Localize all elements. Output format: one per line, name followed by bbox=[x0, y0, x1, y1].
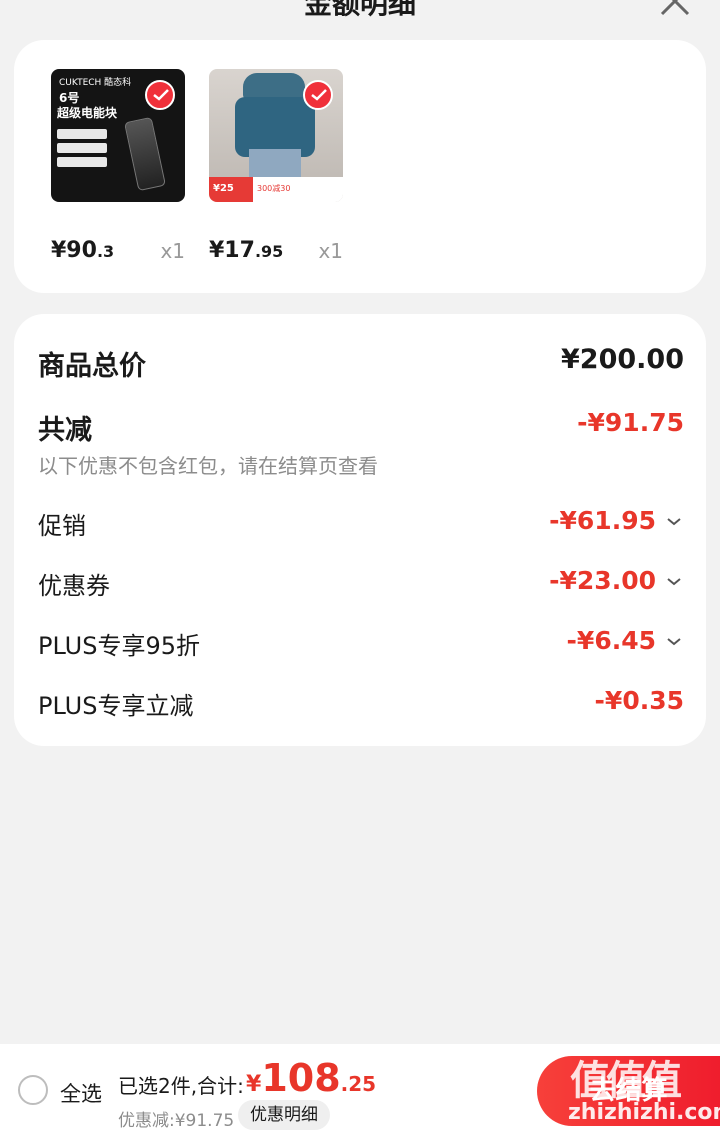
product-quantity: x1 bbox=[160, 239, 185, 263]
selected-count-text: 已选2件,合计: bbox=[118, 1074, 244, 1098]
discount-row-promotion[interactable]: 促销 -¥61.95 bbox=[38, 506, 684, 546]
product-image[interactable]: ¥25 300减30 bbox=[209, 69, 343, 202]
chevron-down-icon[interactable] bbox=[666, 576, 682, 588]
summary-card: 商品总价 ¥200.00 共减 -¥91.75 以下优惠不包含红包，请在结算页查… bbox=[14, 314, 706, 746]
chevron-down-icon[interactable] bbox=[666, 636, 682, 648]
product-quantity: x1 bbox=[318, 239, 343, 263]
checkout-button[interactable]: 去结算 bbox=[537, 1056, 720, 1126]
products-card: CUKTECH 酷态科 6号 超级电能块 ¥90.3 x1 ¥25 300减30 bbox=[14, 40, 706, 293]
close-icon[interactable] bbox=[658, 0, 692, 18]
select-all-radio[interactable] bbox=[18, 1075, 48, 1105]
discount-detail-button[interactable]: 优惠明细 bbox=[238, 1100, 330, 1130]
total-price-row: 商品总价 ¥200.00 bbox=[38, 344, 684, 384]
page-title: 金额明细 bbox=[303, 0, 416, 20]
product-item[interactable]: ¥25 300减30 ¥17.95 x1 bbox=[209, 69, 343, 272]
select-all-label[interactable]: 全选 bbox=[60, 1078, 102, 1108]
check-icon[interactable] bbox=[145, 80, 175, 110]
header: 金额明细 bbox=[0, 0, 720, 24]
discount-row-coupon[interactable]: 优惠券 -¥23.00 bbox=[38, 566, 684, 606]
total-price-value: ¥200.00 bbox=[561, 344, 684, 375]
bottom-bar: 全选 已选2件,合计: ¥108.25 优惠减:¥91.75 优惠明细 去结算 bbox=[0, 1044, 720, 1134]
discount-row-plus-95[interactable]: PLUS专享95折 -¥6.45 bbox=[38, 626, 684, 666]
total-amount: ¥108.25 bbox=[246, 1056, 377, 1100]
total-price-label: 商品总价 bbox=[38, 351, 146, 382]
product-price: ¥17.95 bbox=[209, 238, 284, 263]
product-price: ¥90.3 bbox=[51, 238, 115, 263]
check-icon[interactable] bbox=[303, 80, 333, 110]
total-reduce-value: -¥91.75 bbox=[577, 408, 684, 437]
total-reduce-row: 共减 -¥91.75 bbox=[38, 408, 684, 448]
product-item[interactable]: CUKTECH 酷态科 6号 超级电能块 ¥90.3 x1 bbox=[51, 69, 185, 272]
discount-note: 以下优惠不包含红包，请在结算页查看 bbox=[38, 454, 378, 478]
chevron-down-icon[interactable] bbox=[666, 516, 682, 528]
product-image[interactable]: CUKTECH 酷态科 6号 超级电能块 bbox=[51, 69, 185, 202]
discount-row-plus-reduce: PLUS专享立减 -¥0.35 bbox=[38, 686, 684, 720]
total-reduce-label: 共减 bbox=[38, 415, 92, 446]
discount-summary: 优惠减:¥91.75 bbox=[118, 1111, 235, 1131]
